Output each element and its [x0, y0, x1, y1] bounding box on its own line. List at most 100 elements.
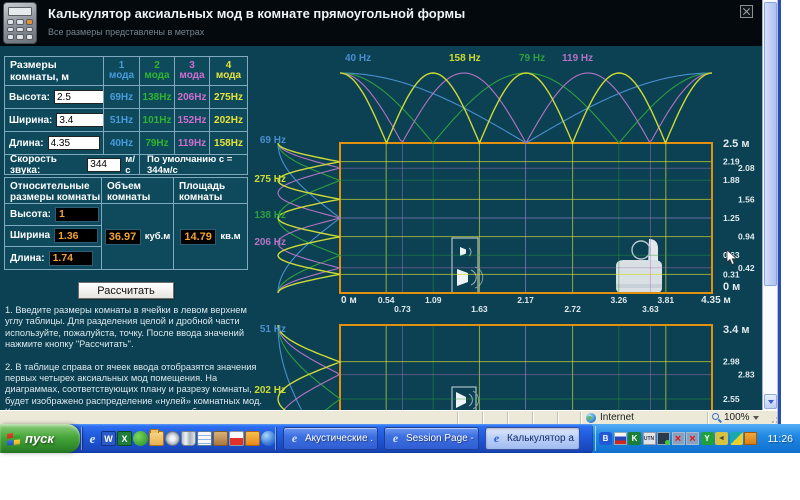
- internet-zone-icon: [586, 413, 596, 423]
- axis-tick-label: 2.72: [564, 304, 581, 314]
- dimension-input[interactable]: [54, 90, 104, 104]
- volume-cell: 36.97куб.м: [102, 204, 174, 269]
- dimension-row-label: Ширина:: [5, 109, 104, 132]
- page-header: Калькулятор аксиальных мод в комнате пря…: [0, 0, 762, 46]
- messenger-icon[interactable]: [730, 432, 743, 445]
- mode-frequency-label: 69 Hz: [260, 135, 286, 146]
- windows-flag-icon: [7, 432, 20, 445]
- calculator-icon: [3, 2, 37, 44]
- display-icon[interactable]: [657, 432, 670, 445]
- axis-tick-label: 2.98: [723, 357, 740, 367]
- orange-app-icon[interactable]: [245, 431, 260, 446]
- mode-frequency-label: 202 Hz: [254, 385, 286, 396]
- screen: { "header": { "title": "Калькулятор акси…: [0, 0, 800, 500]
- axis-tick-label: 1.88: [723, 175, 740, 185]
- relative-size-row: Ширина1.36: [5, 226, 101, 248]
- ie-icon: e: [288, 432, 301, 445]
- mode-frequency-value: 69Hz: [104, 86, 140, 109]
- axis-tick-label: 0.94: [738, 232, 755, 242]
- relative-value-field: 1.36: [54, 228, 98, 243]
- axis-origin-label: 0 м: [341, 295, 357, 306]
- folder-icon[interactable]: [149, 431, 164, 446]
- woofer-icon: [457, 269, 468, 286]
- network-offline-icon[interactable]: [672, 432, 685, 445]
- dimension-input[interactable]: [48, 136, 100, 150]
- taskbar-window-button[interactable]: eКалькулятор а...: [485, 427, 580, 450]
- tray-icons: [599, 432, 757, 445]
- volume-value-field: 36.97: [105, 229, 141, 245]
- relative-value-field: 1: [55, 207, 99, 222]
- mode-frequency-value: 101Hz: [140, 109, 175, 132]
- vertical-scrollbar[interactable]: [762, 0, 777, 410]
- window-border: [777, 0, 781, 424]
- area-cell: 14.79кв.м: [174, 204, 247, 269]
- red-app-icon[interactable]: [229, 431, 244, 446]
- page-content: Размеры комнаты, м1мода2мода3мода4модаВы…: [0, 46, 762, 410]
- calculate-button[interactable]: Рассчитать: [78, 282, 174, 299]
- wifi-icon[interactable]: [701, 432, 714, 445]
- axis-origin-label: 0 м: [723, 281, 740, 293]
- browser-window: Калькулятор аксиальных мод в комнате пря…: [0, 0, 781, 424]
- green-app-icon[interactable]: [133, 431, 148, 446]
- axis-tick-label: 3.63: [642, 304, 659, 314]
- mode-diagrams: 40 Hz79 Hz119 Hz158 Hz69 Hz138 Hz206 Hz2…: [250, 46, 762, 410]
- bluetooth-icon[interactable]: [599, 432, 612, 445]
- axis-tick-label: 0.54: [378, 295, 395, 305]
- zoom-level: 100%: [724, 412, 750, 423]
- derived-column-header: Площадь комнаты: [174, 178, 247, 204]
- start-button[interactable]: пуск: [0, 424, 80, 453]
- instruction-step-1: 1. Введите размеры комнаты в ячейки в ле…: [5, 305, 262, 351]
- chevron-down-icon: [768, 400, 774, 404]
- tan-app-icon[interactable]: [213, 431, 228, 446]
- antivirus-icon[interactable]: [628, 432, 641, 445]
- mode-frequency-label: 138 Hz: [254, 210, 286, 221]
- mode-frequency-label: 158 Hz: [449, 53, 481, 64]
- axis-max-label: 3.4 м: [723, 324, 750, 336]
- axis-tick-label: 0.73: [394, 304, 411, 314]
- ie-icon[interactable]: [85, 431, 100, 446]
- notebook-icon[interactable]: [744, 432, 757, 445]
- page-title: Калькулятор аксиальных мод в комнате пря…: [48, 6, 465, 21]
- ie-icon: e: [490, 432, 503, 445]
- utn-icon[interactable]: [643, 432, 656, 445]
- globe-icon[interactable]: [261, 431, 276, 446]
- volume-icon[interactable]: [715, 432, 728, 445]
- area-value-field: 14.79: [180, 229, 216, 245]
- page-subtitle: Все размеры представлены в метрах: [48, 27, 204, 37]
- dimension-input[interactable]: [56, 113, 104, 127]
- axis-tick-label: 0.31: [723, 269, 740, 279]
- relative-sizes-cell: Высота:1Ширина1.36Длина:1.74: [5, 204, 102, 269]
- security-zone-label: Internet: [600, 412, 634, 423]
- scrollbar-thumb[interactable]: [764, 2, 777, 286]
- taskbar-window-button[interactable]: eАкустические ...: [283, 427, 378, 450]
- network-offline2-icon[interactable]: [686, 432, 699, 445]
- axis-tick-label: 3.26: [611, 295, 628, 305]
- ru-language-flag-icon[interactable]: [614, 432, 627, 445]
- excel-icon[interactable]: [117, 431, 132, 446]
- axis-max-label: 4.35 м: [701, 295, 731, 306]
- mode-column-header: 2мода: [140, 57, 175, 86]
- recycle-bin-icon[interactable]: [181, 431, 196, 446]
- mouse-cursor: [726, 250, 738, 266]
- tweeter-icon: [460, 247, 466, 256]
- taskbar-window-button[interactable]: eSession Page - ...: [384, 427, 479, 450]
- start-button-label: пуск: [25, 431, 54, 446]
- close-icon[interactable]: [740, 5, 753, 18]
- speed-default-note: По умолчанию с = 344м/с: [140, 155, 247, 174]
- zoom-dropdown-arrow-icon[interactable]: [753, 416, 759, 420]
- mode-frequency-value: 138Hz: [140, 86, 175, 109]
- speed-of-sound-input[interactable]: [87, 158, 121, 172]
- media-player-icon[interactable]: [165, 431, 180, 446]
- derived-values-table: Относительные размеры комнатыОбъем комна…: [4, 177, 248, 270]
- woofer-icon: [456, 392, 466, 408]
- scrollbar-down-button[interactable]: [764, 394, 777, 409]
- word-icon[interactable]: [101, 431, 116, 446]
- dimension-row-label: Длина:: [5, 132, 104, 155]
- mode-column-header: 1мода: [104, 57, 140, 86]
- notes-icon[interactable]: [197, 431, 212, 446]
- width-mode-curve: [278, 325, 340, 410]
- tray-clock[interactable]: 11:26: [768, 424, 794, 453]
- relative-value-field: 1.74: [49, 251, 93, 266]
- mode-frequency-value: 202Hz: [210, 109, 247, 132]
- derived-column-header: Относительные размеры комнаты: [5, 178, 102, 204]
